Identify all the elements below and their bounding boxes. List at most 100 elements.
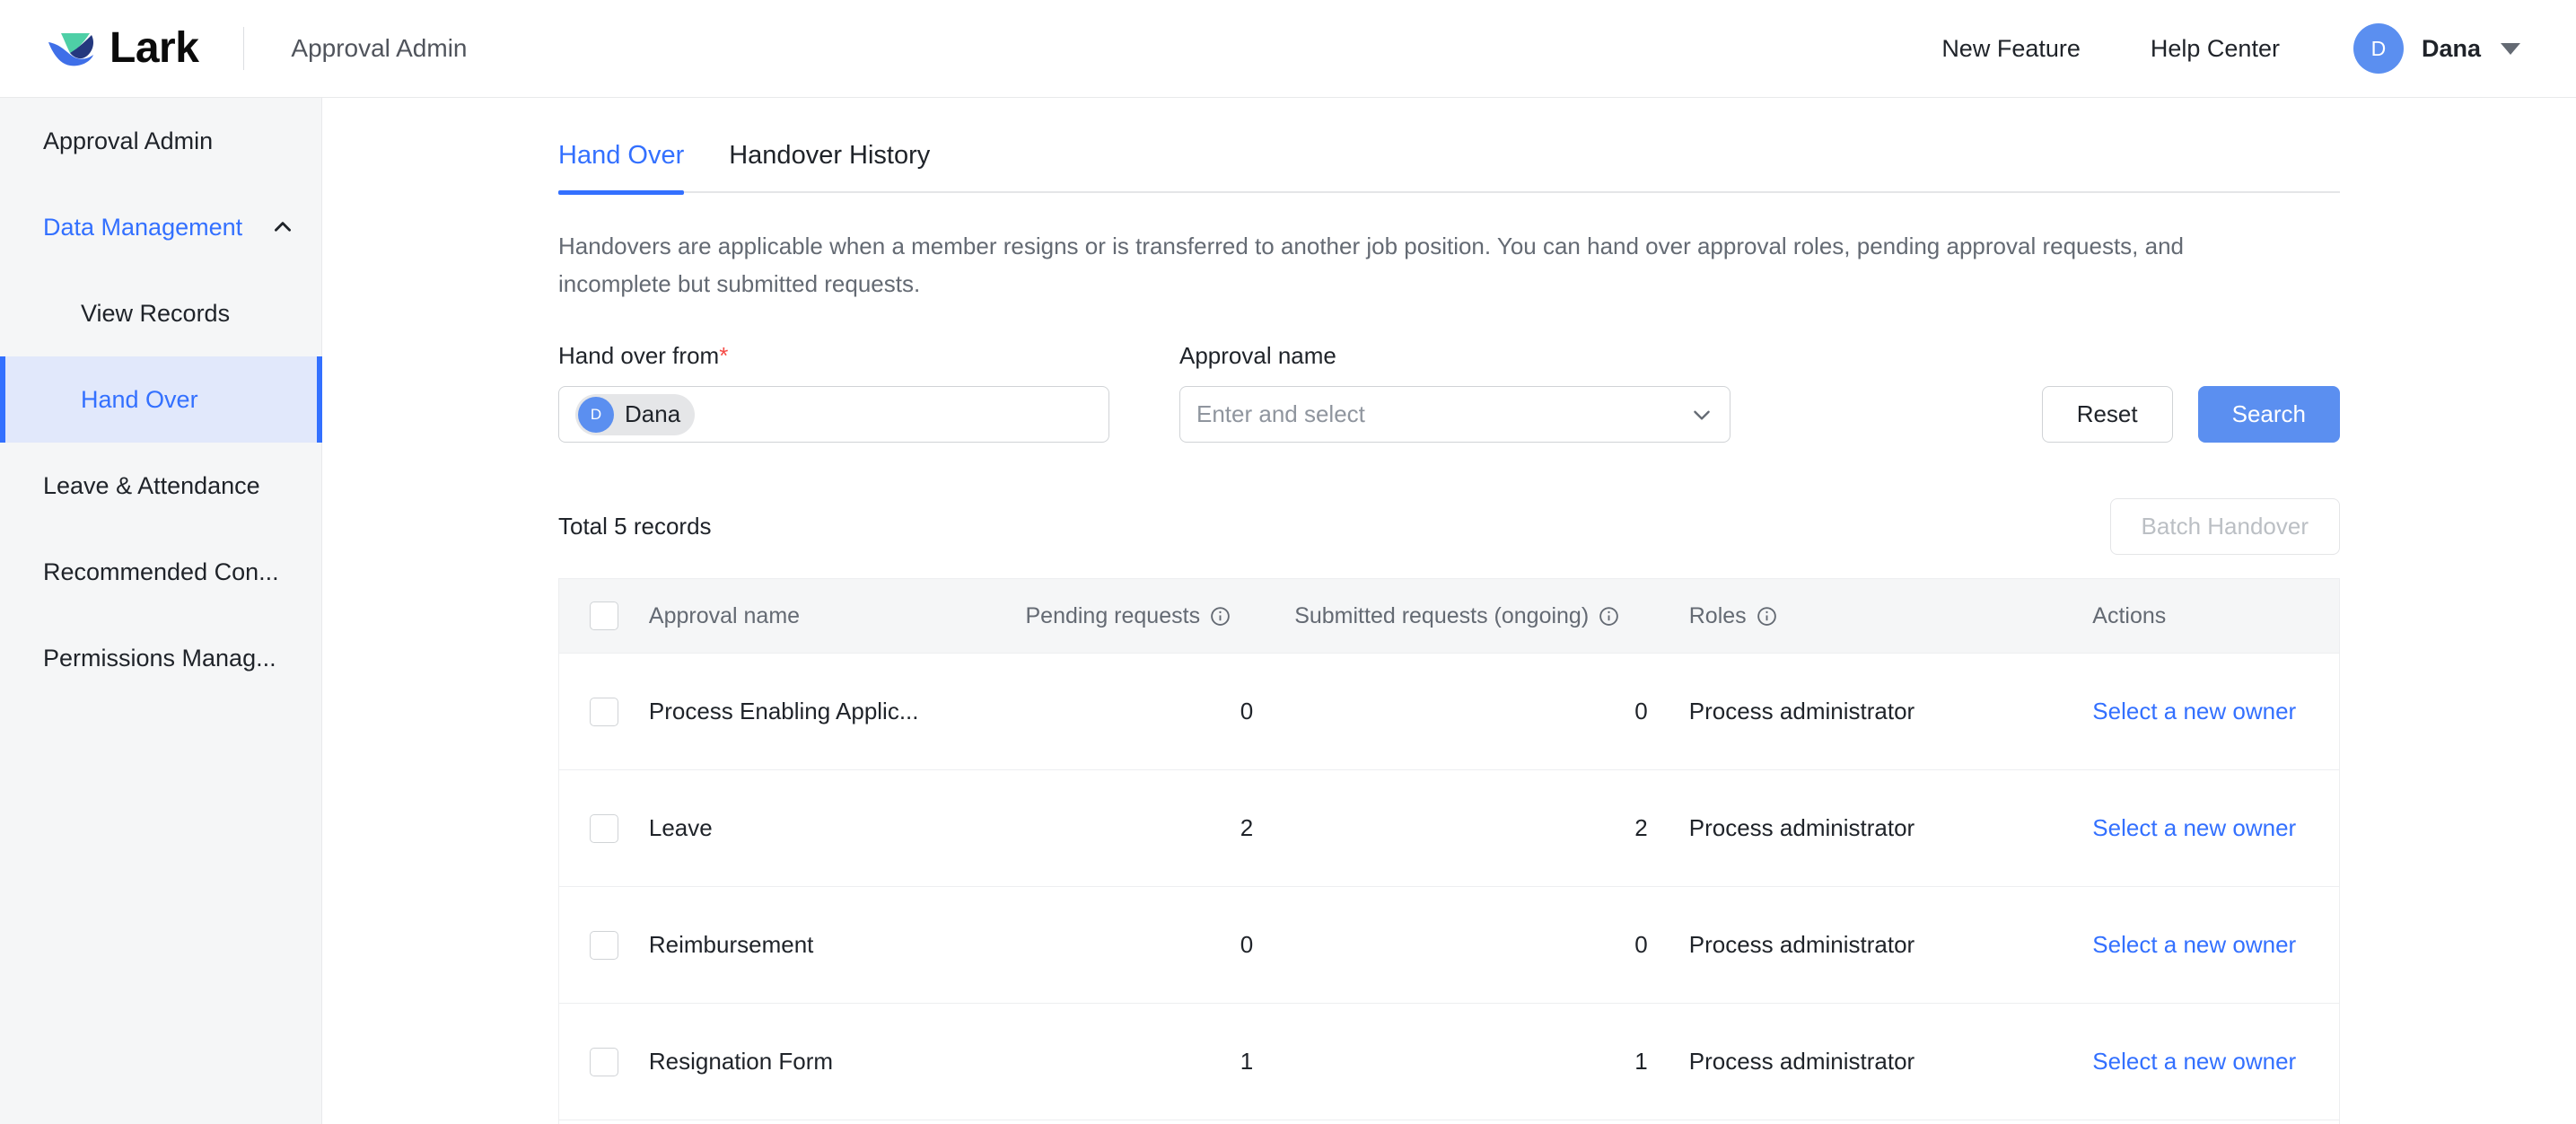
cell-submitted-requests: 1: [1634, 1048, 1648, 1075]
hand-over-from-label: Hand over from*: [558, 342, 1109, 370]
row-select-cell: [559, 813, 649, 843]
reset-button[interactable]: Reset: [2041, 386, 2173, 443]
tab-label: Handover History: [729, 141, 931, 170]
hand-over-from-input[interactable]: D Dana: [558, 386, 1109, 443]
sidebar-item-approval-admin[interactable]: Approval Admin: [0, 98, 321, 184]
row-select-cell: [559, 697, 649, 726]
table-row[interactable]: Resignation Form 1 1 Process administrat…: [559, 1003, 2339, 1120]
handover-table: Approval name Pending requests Submitted…: [558, 578, 2340, 1124]
user-menu[interactable]: D Dana: [2353, 23, 2520, 74]
brand-name: Lark: [110, 24, 199, 72]
cell-actions: Select a new owner: [2092, 698, 2339, 725]
brand-logo[interactable]: Lark: [0, 24, 199, 72]
page-description: Handovers are applicable when a member r…: [558, 233, 2184, 297]
approval-name-placeholder: Enter and select: [1196, 400, 1365, 427]
select-new-owner-link[interactable]: Select a new owner: [2092, 698, 2296, 724]
user-name: Dana: [2421, 34, 2481, 62]
chevron-up-icon: [275, 222, 291, 232]
search-form: Hand over from* D Dana Approval name Ent…: [558, 342, 2340, 443]
label-text: Hand over from: [558, 342, 720, 369]
avatar: D: [2353, 23, 2404, 74]
header-subtitle: Approval Admin: [291, 34, 468, 62]
info-icon[interactable]: [1598, 605, 1620, 628]
chevron-down-icon: [1694, 410, 1710, 420]
info-icon[interactable]: [1209, 605, 1231, 628]
cell-approval-name: Resignation Form: [648, 1048, 834, 1075]
sidebar-item-data-management[interactable]: Data Management: [0, 184, 321, 270]
info-icon[interactable]: [1756, 605, 1778, 628]
cell-submitted-requests: 0: [1634, 931, 1648, 958]
row-select-cell: [559, 930, 649, 960]
cell-actions: Select a new owner: [2092, 1048, 2339, 1076]
column-approval-name: Approval name: [648, 602, 801, 628]
sidebar-item-label: Leave & Attendance: [43, 471, 260, 499]
hand-over-from-field-group: Hand over from* D Dana: [558, 342, 1109, 443]
cell-pending-requests: 0: [1240, 931, 1254, 958]
sidebar-item-recommended-content[interactable]: Recommended Con...: [0, 529, 321, 615]
cell-roles: Process administrator: [1688, 1048, 1915, 1075]
row-checkbox[interactable]: [589, 813, 618, 843]
select-new-owner-link[interactable]: Select a new owner: [2092, 931, 2296, 958]
form-action-buttons: Reset Search: [2041, 386, 2340, 443]
table-row[interactable]: Leave 2 2 Process administrator Select a…: [559, 769, 2339, 886]
cell-actions: Select a new owner: [2092, 814, 2339, 842]
tab-handover-history[interactable]: Handover History: [729, 141, 930, 193]
approval-name-field-group: Approval name Enter and select: [1179, 342, 1730, 443]
sidebar-item-label: Approval Admin: [43, 127, 214, 154]
table-row[interactable]: Process Enabling Applic... 0 0 Process a…: [559, 653, 2339, 769]
required-marker: *: [719, 342, 729, 369]
sidebar-item-label: Recommended Con...: [43, 558, 279, 585]
tab-label: Hand Over: [558, 141, 685, 170]
chip-name: Dana: [625, 400, 681, 427]
sidebar-item-label: Data Management: [43, 213, 243, 241]
sidebar-item-label: Hand Over: [81, 385, 198, 413]
cell-actions: Select a new owner: [2092, 931, 2339, 959]
cell-roles: Process administrator: [1688, 814, 1915, 841]
select-new-owner-link[interactable]: Select a new owner: [2092, 1048, 2296, 1075]
cell-submitted-requests: 2: [1634, 814, 1648, 841]
header-divider: [243, 27, 245, 70]
column-actions: Actions: [2092, 602, 2167, 628]
cell-roles: Process administrator: [1688, 931, 1915, 958]
tab-bar: Hand Over Handover History: [558, 141, 2340, 195]
sidebar: Approval Admin Data Management View Reco…: [0, 98, 322, 1124]
cell-approval-name: Process Enabling Applic...: [648, 698, 919, 724]
cell-pending-requests: 2: [1240, 814, 1254, 841]
cell-pending-requests: 1: [1240, 1048, 1254, 1075]
sidebar-item-leave-attendance[interactable]: Leave & Attendance: [0, 443, 321, 529]
lark-bird-icon: [48, 33, 93, 66]
main-content: Hand Over Handover History Handovers are…: [323, 98, 2576, 1124]
sidebar-item-permissions-management[interactable]: Permissions Manag...: [0, 615, 321, 701]
column-submitted-requests: Submitted requests (ongoing): [1294, 603, 1689, 629]
cell-approval-name: Reimbursement: [648, 931, 814, 958]
header-right-group: New Feature Help Center D Dana: [1871, 23, 2576, 74]
select-all-checkbox[interactable]: [589, 602, 618, 630]
search-button[interactable]: Search: [2197, 386, 2340, 443]
column-label: Roles: [1688, 602, 1747, 628]
column-label: Submitted requests (ongoing): [1294, 602, 1590, 628]
app-header: Lark Approval Admin New Feature Help Cen…: [0, 0, 2576, 98]
row-checkbox[interactable]: [589, 697, 618, 726]
chip-avatar: D: [578, 396, 614, 433]
cell-submitted-requests: 0: [1634, 698, 1648, 724]
person-chip[interactable]: D Dana: [575, 393, 696, 435]
cell-approval-name: Leave: [648, 814, 713, 841]
sidebar-item-hand-over[interactable]: Hand Over: [0, 356, 322, 443]
batch-handover-button[interactable]: Batch Handover: [2109, 498, 2340, 555]
column-roles: Roles: [1689, 603, 2093, 629]
help-center-link[interactable]: Help Center: [2151, 35, 2280, 63]
sidebar-item-label: View Records: [81, 299, 231, 327]
column-label: Pending requests: [1025, 602, 1201, 628]
approval-name-label: Approval name: [1179, 342, 1336, 369]
table-row[interactable]: Reimbursement 0 0 Process administrator …: [559, 886, 2339, 1003]
row-checkbox[interactable]: [589, 1047, 618, 1076]
sidebar-item-view-records[interactable]: View Records: [0, 270, 321, 356]
tab-hand-over[interactable]: Hand Over: [558, 141, 685, 195]
table-row-partial[interactable]: [559, 1120, 2339, 1124]
approval-name-select[interactable]: Enter and select: [1179, 386, 1730, 443]
new-feature-link[interactable]: New Feature: [1941, 35, 2081, 63]
row-checkbox[interactable]: [589, 930, 618, 960]
select-new-owner-link[interactable]: Select a new owner: [2092, 814, 2296, 841]
cell-roles: Process administrator: [1688, 698, 1915, 724]
row-select-cell: [559, 1047, 649, 1076]
